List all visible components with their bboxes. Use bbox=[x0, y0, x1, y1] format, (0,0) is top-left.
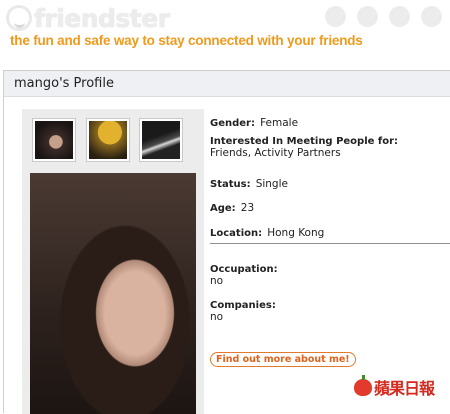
age-value: 23 bbox=[240, 202, 255, 214]
occupation-value: no bbox=[210, 275, 224, 287]
gender-value: Female bbox=[260, 117, 299, 129]
location-value: Hong Kong bbox=[267, 227, 325, 239]
smiley-logo-icon bbox=[6, 5, 32, 31]
occupation-row: Occupation: no bbox=[210, 264, 278, 287]
find-out-more-button[interactable]: Find out more about me! bbox=[210, 352, 356, 367]
companies-row: Companies: no bbox=[210, 300, 276, 323]
main-profile-photo[interactable] bbox=[30, 173, 196, 414]
apple-logo-icon bbox=[353, 374, 372, 396]
profile-panel-header: mango's Profile bbox=[4, 71, 450, 97]
status-value: Single bbox=[255, 178, 288, 190]
friendster-logo[interactable]: friendster bbox=[6, 3, 170, 33]
location-label: Location: bbox=[210, 228, 263, 239]
logo-text: friendster bbox=[34, 3, 170, 33]
gender-label: Gender: bbox=[210, 118, 255, 129]
gender-row: Gender: Female bbox=[210, 111, 298, 130]
status-label: Status: bbox=[210, 179, 251, 190]
watermark-text: 蘋果日報 bbox=[373, 379, 435, 398]
age-row: Age: 23 bbox=[210, 196, 254, 215]
decorative-dots bbox=[325, 6, 442, 27]
interested-row: Interested In Meeting People for: Friend… bbox=[210, 136, 398, 159]
decorative-dot bbox=[357, 6, 378, 27]
companies-value: no bbox=[210, 311, 224, 323]
age-label: Age: bbox=[210, 203, 236, 214]
occupation-label: Occupation: bbox=[210, 264, 278, 275]
location-row: Location: Hong Kong bbox=[210, 221, 324, 240]
companies-label: Companies: bbox=[210, 300, 276, 311]
photo-thumbnail[interactable] bbox=[87, 119, 129, 161]
photo-thumbnail[interactable] bbox=[140, 119, 182, 161]
tagline: the fun and safe way to stay connected w… bbox=[10, 33, 363, 48]
profile-title: mango's Profile bbox=[14, 76, 114, 91]
decorative-dot bbox=[389, 6, 410, 27]
site-header: friendster the fun and safe way to stay … bbox=[0, 0, 450, 62]
interested-label: Interested In Meeting People for: bbox=[210, 136, 399, 147]
status-row: Status: Single bbox=[210, 172, 288, 191]
interested-value: Friends, Activity Partners bbox=[210, 147, 341, 159]
photo-column bbox=[22, 109, 204, 414]
decorative-dot bbox=[421, 6, 442, 27]
profile-panel: mango's Profile Gender: Female Intereste… bbox=[3, 70, 450, 414]
decorative-dot bbox=[325, 6, 346, 27]
newspaper-watermark: 蘋果日報 bbox=[353, 374, 435, 399]
divider bbox=[210, 243, 450, 244]
photo-thumbnail[interactable] bbox=[33, 119, 75, 161]
